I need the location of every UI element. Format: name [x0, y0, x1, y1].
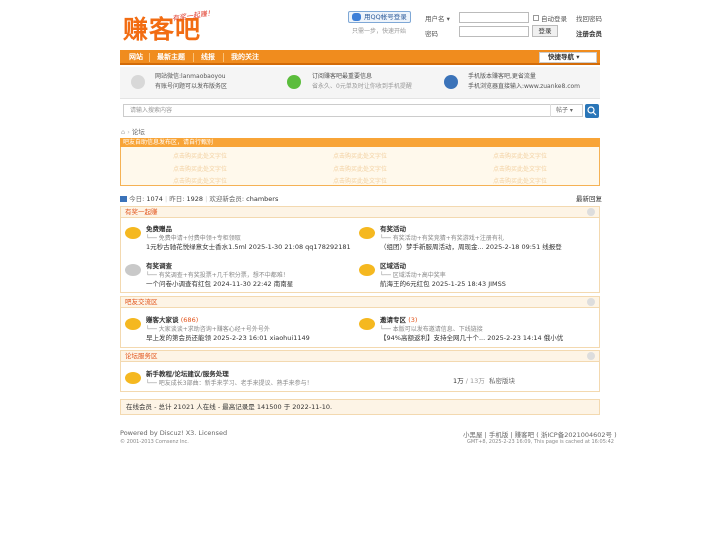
new-member-link[interactable]: chambers — [246, 195, 278, 203]
forum-new-icon — [359, 318, 375, 330]
forum-counts: 1万 / 13万 — [453, 377, 485, 385]
password-label: 密码 — [425, 30, 438, 38]
category-header[interactable]: 论坛服务区 — [120, 350, 600, 362]
forum-item[interactable]: 有奖调查 └── 有奖调查+有奖投票+几千积分票，想不中都难！ 一个问卷小调查有… — [146, 262, 293, 289]
copyright: © 2001-2013 Comsenz Inc. — [120, 439, 189, 445]
info-weixin: 网站微信:lanmaobaoyou 有账号问题可以发布版务区 — [155, 73, 228, 90]
qq-login-button[interactable]: 用QQ帐号登录 — [348, 11, 411, 23]
nav-item-latest[interactable]: 最新主题 — [150, 50, 192, 65]
forum-item[interactable]: 免费赠品 └── 免费申请+付费申领+专柜领取 1元秒古驰花悦绿意女士香水1.5… — [146, 225, 351, 252]
forum-no-new-icon — [125, 264, 141, 276]
wechat-icon — [287, 75, 301, 89]
mobile-search-icon — [444, 75, 458, 89]
qq-login-label: 用QQ帐号登录 — [364, 13, 407, 21]
page: 赚客吧 有奖一起赚！ 用QQ帐号登录 只需一步，快速开始 用户名 ▾ 自动登录 … — [0, 0, 720, 540]
ad-slot[interactable]: 点击购买此处文字位 — [493, 164, 547, 173]
forum-new-icon — [359, 264, 375, 276]
server-time: GMT+8, 2025-2-23 16:09, This page is cac… — [467, 439, 614, 445]
nav-item-site[interactable]: 网站 — [122, 50, 150, 65]
main-nav — [120, 50, 600, 65]
breadcrumb: ⌂ › 论坛 — [121, 128, 145, 136]
search-icon — [587, 106, 597, 116]
category-header[interactable]: 有奖一起赚 — [120, 206, 600, 218]
quick-nav-button[interactable]: 快捷导航 ▾ — [539, 52, 597, 63]
stats-icon — [120, 196, 127, 202]
auto-login-label: 自动登录 — [541, 15, 567, 23]
forum-new-icon — [359, 227, 375, 239]
ad-slot[interactable]: 点击购买此处文字位 — [173, 164, 227, 173]
collapse-icon[interactable] — [587, 298, 595, 306]
ad-notice-header: 吧友自助信息发布区，请自行甄别 — [120, 138, 600, 147]
forum-item[interactable]: 新手教程/论坛建议/服务处理 └── 吧友成长3部曲：新手来学习、老手来提议、熟… — [146, 370, 313, 388]
footer-links[interactable]: 小黑屋 | 手机版 | 赚客吧 ( 浙ICP备2021004602号 ) — [463, 429, 617, 439]
password-input[interactable] — [459, 26, 529, 37]
forum-new-icon — [125, 318, 141, 330]
forum-item[interactable]: 有奖活动 └── 有奖活动+有奖竞猜+有奖游戏+注册有礼 （组团）梦手新服周活动… — [380, 225, 562, 252]
search-input[interactable]: 请输入搜索内容 — [123, 104, 583, 117]
forum-item[interactable]: 赚客大家谈 (686) └── 大家谈谈+求助咨询+赚客心经+号外号外 早上发的… — [146, 316, 310, 343]
search-button[interactable] — [585, 104, 599, 118]
ad-slot[interactable]: 点击购买此处文字位 — [173, 151, 227, 160]
nav-item-following[interactable]: 我的关注 — [224, 50, 266, 65]
ad-slot[interactable]: 点击购买此处文字位 — [493, 176, 547, 185]
qq-icon — [352, 13, 361, 21]
ad-slot[interactable]: 点击购买此处文字位 — [333, 164, 387, 173]
forum-stats: 今日: 1074 | 昨日: 1928 | 欢迎新会员: chambers — [120, 193, 278, 203]
auto-login-checkbox[interactable] — [533, 15, 539, 21]
forum-item[interactable]: 区域活动 └── 区域活动+高中奖率 航海王的6元红包 2025-1-25 18… — [380, 262, 506, 289]
latest-reply-link[interactable]: 最新回复 — [576, 193, 602, 203]
login-button[interactable]: 登录 — [532, 25, 558, 37]
info-mobile: 手机版本赚客吧,更省流量 手机浏览器直接输入:www.zuanke8.com — [468, 73, 581, 90]
find-password-link[interactable]: 找回密码 — [576, 13, 602, 23]
collapse-icon[interactable] — [587, 352, 595, 360]
home-icon[interactable]: ⌂ — [121, 128, 125, 136]
nav-item-deals[interactable]: 线报 — [194, 50, 222, 65]
private-forum-label: 私密版块 — [489, 377, 515, 385]
collapse-icon[interactable] — [587, 208, 595, 216]
forum-new-icon — [125, 227, 141, 239]
username-label: 用户名 ▾ — [425, 15, 450, 23]
register-link[interactable]: 注册会员 — [576, 28, 602, 38]
info-subscribe: 订阅赚客吧最重要信息 省永久、0元单及时让你收到手机提醒 — [312, 73, 412, 90]
qq-login-subtext: 只需一步，快速开始 — [352, 28, 407, 35]
category-header[interactable]: 吧友交流区 — [120, 296, 600, 308]
forum-new-icon — [125, 372, 141, 384]
weixin-icon — [131, 75, 145, 89]
username-input[interactable] — [459, 12, 529, 23]
online-members-bar[interactable]: 在线会员 - 总计 21021 人在线 - 最高记录是 141500 于 202… — [120, 399, 600, 415]
powered-by[interactable]: Powered by Discuz! X3. Licensed — [120, 429, 227, 437]
breadcrumb-current[interactable]: 论坛 — [132, 128, 145, 136]
ad-slot[interactable]: 点击购买此处文字位 — [173, 176, 227, 185]
ad-slot[interactable]: 点击购买此处文字位 — [333, 151, 387, 160]
ad-slot[interactable]: 点击购买此处文字位 — [493, 151, 547, 160]
ad-slot[interactable]: 点击购买此处文字位 — [333, 176, 387, 185]
search-category-select[interactable]: 帖子 ▾ — [550, 104, 577, 117]
forum-item[interactable]: 邀请专区 (3) └── 本版可以发布邀请信息、下线链接 【94%高额返利】支持… — [380, 316, 563, 343]
